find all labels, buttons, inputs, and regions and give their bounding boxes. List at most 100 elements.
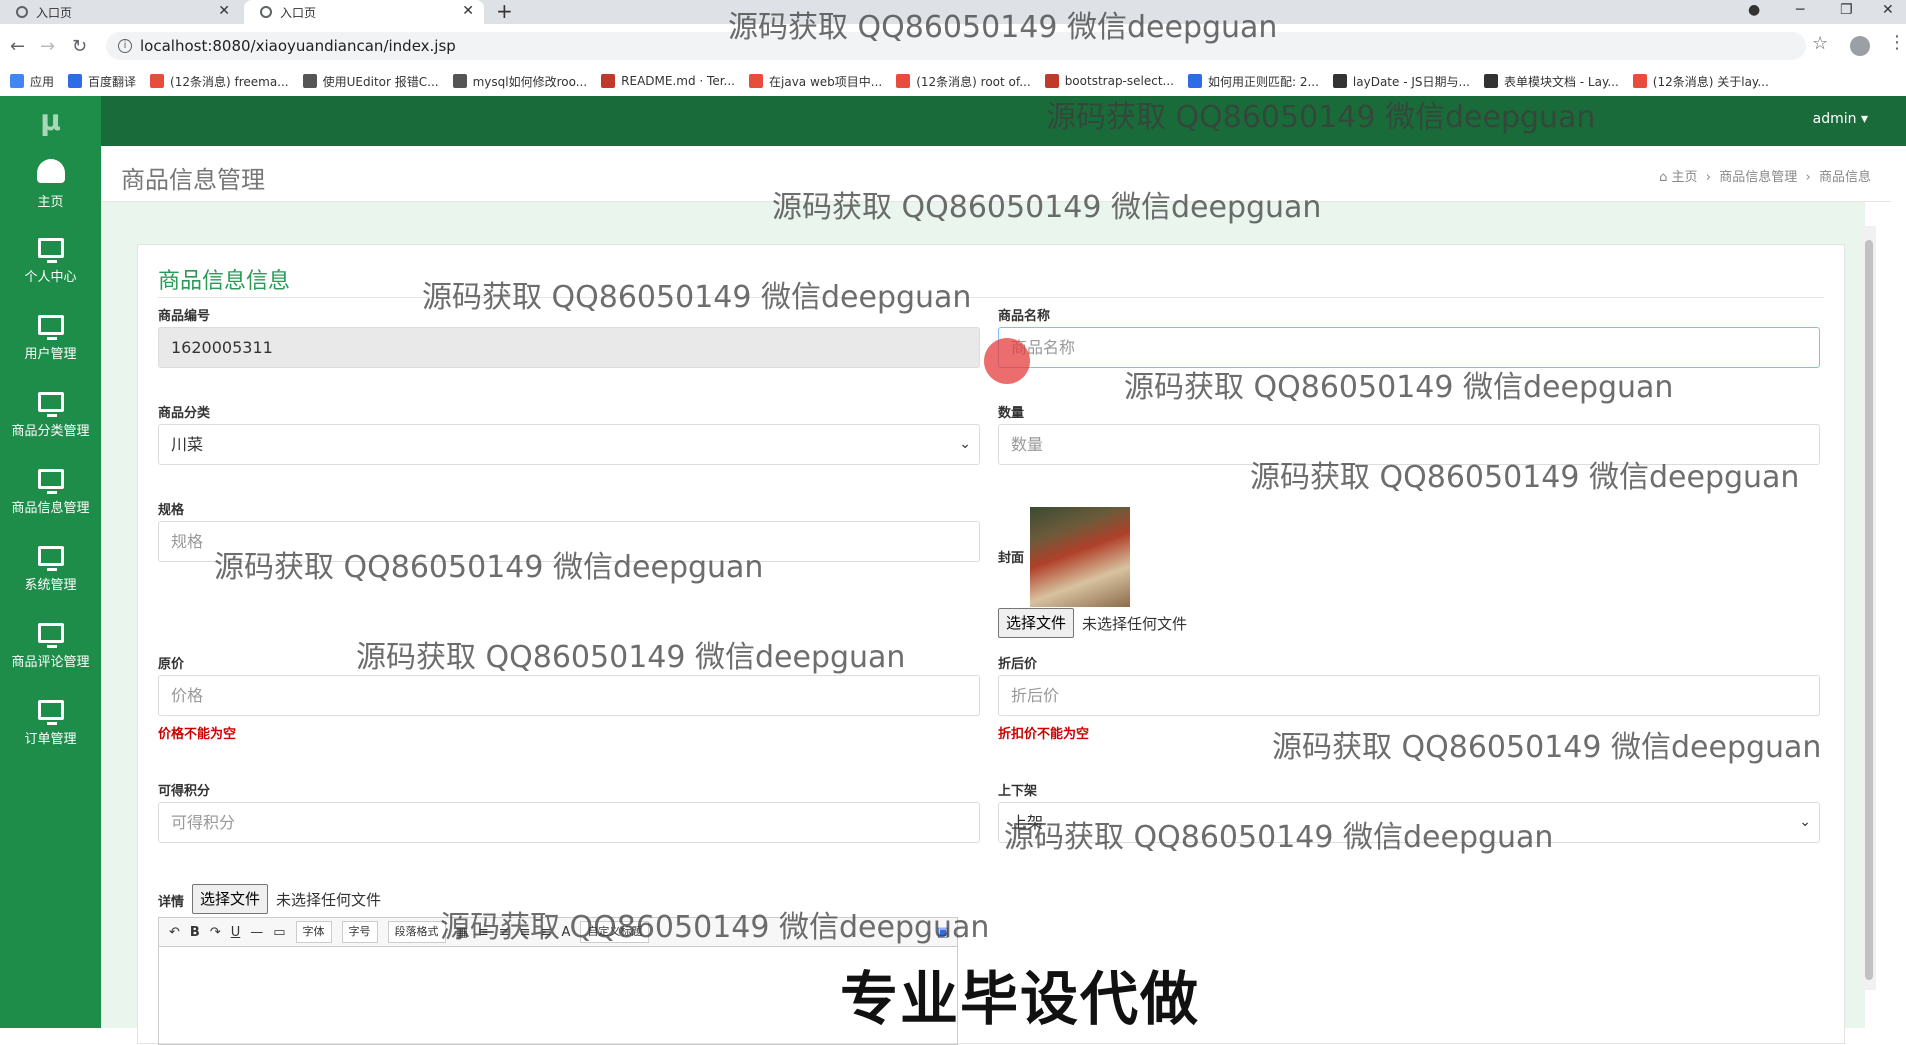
bookmark-favicon-icon	[749, 74, 763, 88]
points-input[interactable]: 可得积分	[158, 802, 980, 843]
caption-overlay: 专业毕设代做	[840, 965, 1201, 1033]
quantity-label: 数量	[998, 406, 1025, 421]
bookmark-favicon-icon	[302, 74, 317, 88]
detail-file-button[interactable]: 选择文件	[192, 884, 269, 914]
category-label: 商品分类	[158, 406, 211, 421]
cover-file-text: 未选择任何文件	[1082, 615, 1188, 633]
bookmark-item[interactable]: 百度翻译	[68, 73, 136, 90]
bookmark-label: 在java web项目中...	[769, 74, 883, 89]
price-input[interactable]: 价格	[158, 675, 980, 716]
sidebar-item[interactable]: 主页	[0, 146, 101, 223]
bookmark-label: 如何用正则匹配: 2...	[1207, 74, 1319, 89]
bookmark-item[interactable]: 如何用正则匹配: 2...	[1187, 73, 1319, 90]
bookmark-star-icon[interactable]: ☆	[1812, 33, 1828, 54]
bookmark-item[interactable]: 使用UEditor 报错C...	[302, 73, 439, 90]
bold-button[interactable]: B	[190, 925, 200, 940]
reload-icon[interactable]: ↻	[72, 36, 87, 57]
underline-button[interactable]: U	[231, 925, 241, 940]
restore-icon[interactable]: ❐	[1840, 2, 1853, 18]
sidebar-item-label: 订单管理	[24, 732, 77, 747]
redo-icon[interactable]: ↷	[210, 925, 221, 940]
bookmark-item[interactable]: mysql如何修改roo...	[452, 73, 588, 90]
logo: μ	[40, 104, 61, 137]
bookmark-item[interactable]: README.md · Ter...	[601, 74, 735, 88]
profile-menu-icon[interactable]: ●	[1748, 2, 1760, 18]
bookmark-item[interactable]: 应用	[10, 73, 54, 90]
name-label: 商品名称	[998, 309, 1051, 324]
bookmark-label: mysql如何修改roo...	[472, 74, 588, 89]
browser-menu-icon[interactable]: ⋮	[1888, 32, 1906, 53]
sidebar-item[interactable]: 系统管理	[0, 531, 101, 608]
breadcrumb-level1[interactable]: 商品信息管理	[1719, 170, 1797, 185]
sidebar-item[interactable]: 商品分类管理	[0, 377, 101, 454]
sidebar-item[interactable]: 商品评论管理	[0, 608, 101, 685]
bookmark-label: (12条消息) freema...	[170, 74, 289, 89]
spec-label: 规格	[158, 503, 185, 518]
monitor-icon	[37, 546, 64, 571]
top-navbar: admin ▾	[101, 96, 1906, 146]
bookmark-item[interactable]: bootstrap-select...	[1044, 74, 1174, 88]
watermark: 源码获取 QQ86050149 微信deepguan	[1250, 460, 1800, 495]
sidebar-item-label: 用户管理	[24, 347, 77, 362]
breadcrumb-home[interactable]: 主页	[1671, 170, 1697, 185]
sidebar: μ 主页 个人中心用户管理商品分类管理商品信息管理系统管理商品评论管理 订单管理	[0, 96, 101, 1028]
sidebar-item[interactable]: 商品信息管理	[0, 454, 101, 531]
bookmark-item[interactable]: 在java web项目中...	[749, 73, 882, 90]
bookmark-label: README.md · Ter...	[621, 74, 735, 88]
forward-icon[interactable]: →	[40, 36, 55, 57]
scrollbar-thumb[interactable]	[1865, 240, 1873, 980]
back-icon[interactable]: ←	[10, 36, 25, 57]
bookmark-item[interactable]: (12条消息) 关于lay...	[1632, 73, 1769, 90]
minimize-icon[interactable]: ─	[1796, 2, 1804, 18]
cover-label: 封面	[998, 551, 1025, 566]
sidebar-item[interactable]: 用户管理	[0, 300, 101, 377]
globe-icon	[16, 6, 28, 18]
tab-label: 入口页	[36, 5, 73, 20]
cover-image	[1030, 507, 1130, 607]
detail-label: 详情	[158, 895, 185, 910]
detail-file-text: 未选择任何文件	[276, 891, 382, 909]
rich-editor-body[interactable]	[158, 947, 958, 1045]
sidebar-item[interactable]: 订单管理	[0, 685, 101, 762]
user-menu[interactable]: admin ▾	[1813, 111, 1868, 127]
sidebar-item-label: 商品评论管理	[11, 655, 90, 670]
bookmark-favicon-icon	[1187, 74, 1202, 88]
page-icon[interactable]: ▭	[273, 925, 285, 940]
close-window-icon[interactable]: ✕	[1882, 2, 1894, 18]
category-value: 川菜	[171, 435, 204, 454]
home-icon: ⌂	[1659, 170, 1668, 185]
bookmark-label: layDate - JS日期与...	[1352, 74, 1470, 89]
paragraph-select[interactable]: 段落格式	[387, 921, 446, 943]
new-tab-button[interactable]: +	[496, 0, 513, 22]
bookmark-label: 使用UEditor 报错C...	[322, 74, 439, 89]
watermark: 源码获取 QQ86050149 微信deepguan	[772, 190, 1322, 225]
profile-avatar[interactable]	[1850, 36, 1870, 56]
bookmark-item[interactable]: 表单模块文档 - Lay...	[1483, 73, 1619, 90]
info-icon[interactable]: i	[118, 39, 132, 53]
browser-tab[interactable]: 入口页 ✕	[0, 0, 240, 24]
sidebar-item[interactable]: 个人中心	[0, 223, 101, 300]
bookmark-item[interactable]: (12条消息) root of...	[896, 73, 1031, 90]
discount-input[interactable]: 折后价	[998, 675, 1820, 716]
discount-error: 折扣价不能为空	[998, 727, 1090, 742]
bookmark-item[interactable]: (12条消息) freema...	[150, 73, 289, 90]
close-tab-icon[interactable]: ✕	[462, 3, 474, 19]
close-tab-icon[interactable]: ✕	[218, 3, 230, 19]
watermark: 源码获取 QQ86050149 微信deepguan	[356, 640, 906, 675]
sidebar-item-label: 商品信息管理	[11, 501, 90, 516]
category-select[interactable]: 川菜 ⌄	[158, 424, 980, 465]
bookmark-item[interactable]: layDate - JS日期与...	[1332, 73, 1470, 90]
watermark: 源码获取 QQ86050149 微信deepguan	[214, 550, 764, 585]
horizontal-rule-icon[interactable]: —	[250, 925, 263, 940]
font-family-select[interactable]: 字体	[295, 921, 332, 943]
undo-icon[interactable]: ↶	[169, 925, 180, 940]
chevron-down-icon: ⌄	[1799, 814, 1811, 830]
cover-file-button[interactable]: 选择文件	[998, 608, 1075, 638]
watermark: 源码获取 QQ86050149 微信deepguan	[440, 910, 990, 945]
browser-tab-active[interactable]: 入口页 ✕	[244, 0, 484, 24]
page-scrollbar[interactable]	[1862, 226, 1876, 990]
bookmark-favicon-icon	[452, 74, 467, 88]
bookmark-favicon-icon	[150, 74, 165, 88]
monitor-icon	[37, 392, 64, 417]
font-size-select[interactable]: 字号	[341, 921, 378, 943]
